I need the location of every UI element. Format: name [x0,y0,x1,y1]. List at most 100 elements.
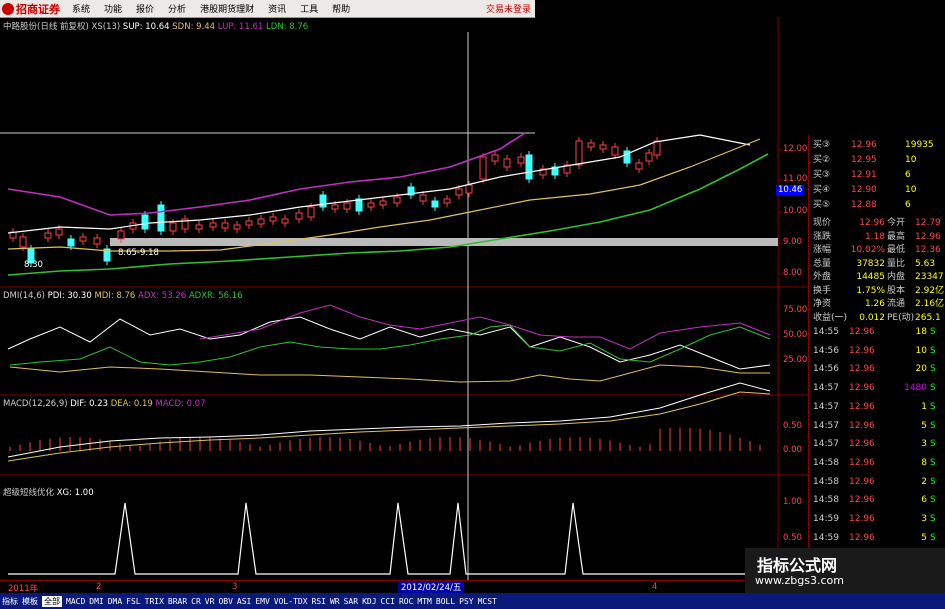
buy-price: 12.95 [851,155,877,165]
brand-name: 招商证券 [16,2,60,16]
menu-item-function[interactable]: 功能 [104,2,122,15]
brand-logo: 招商证券 [2,1,60,16]
indicator-tab[interactable]: 模板 [22,596,38,607]
login-status[interactable]: 交易未登录 [486,2,531,15]
indicator-tab[interactable]: CCI [381,597,395,606]
price-axis-label: 10.00 [783,206,808,216]
stat-key: 今开 [887,218,906,228]
stat-value: 1.18 [864,231,885,242]
indicator-tab[interactable]: RSI [312,597,326,606]
indicator-tab[interactable]: CR [191,597,201,606]
candle-body [331,204,339,210]
candle-body [525,154,533,180]
indicator-tab[interactable]: DMA [108,597,122,606]
tick-flag: S [930,345,936,356]
stat-key: 股本 [887,285,906,296]
tick-time: 14:58 [813,476,839,487]
tick-time: 14:57 [813,439,839,450]
tick-price: 12.96 [849,532,875,543]
candle-body [491,154,499,162]
indicator-tab[interactable]: FSL [126,597,140,606]
indicator-tab[interactable]: SAR [344,597,358,606]
indicator-tab[interactable]: MCST [478,597,497,606]
candle-body [19,236,27,248]
dmi-mdi: MDI: 8.76 [94,291,136,301]
xg-header: 超级短线优化 XG: 1.00 [3,486,94,498]
indicator-tab[interactable]: DMI [89,597,103,606]
tick-flag: S [930,476,936,487]
candle-body [67,238,75,247]
menu-item-hk-futures[interactable]: 港股期货理财 [200,2,254,15]
indicator-tab[interactable]: VOL-TDX [274,597,308,606]
tick-price: 12.96 [849,476,875,487]
tick-flag: S [930,401,936,412]
buy-order-row: 买⑤ 12.88 6 [813,197,911,210]
date-month: 2 [96,582,102,592]
buy-price: 12.90 [851,185,877,195]
stat-value: 12.96 [915,231,941,242]
candle-body [419,194,427,202]
stat-key: 最低 [887,245,906,255]
candle-body [465,184,473,194]
candle-body [393,196,401,204]
stat-value: 0.012 [859,312,885,323]
stat-key: 收益(一) [813,312,848,323]
indicator-tab[interactable]: 全部 [42,595,62,607]
indicator-tab[interactable]: MACD [66,597,85,606]
stat-row: 收益(一) 0.012 PE(动)265.1 [813,310,941,323]
indicator-tab[interactable]: VR [205,597,215,606]
buy-level: 买⑤ [813,200,831,210]
dmi-axis-label: 75.00 [783,305,808,315]
menu-item-quote[interactable]: 报价 [136,2,154,15]
sup-line [7,134,751,234]
indicator-tab[interactable]: TRIX [145,597,164,606]
tick-price: 12.96 [849,514,875,524]
chart-area[interactable]: 中路股份(日线 前复权) XS(13) SUP: 10.64 SDN: 9.44… [0,17,808,580]
stat-value: 23347 [915,272,944,282]
price-axis-label: 9.00 [783,237,802,247]
stat-value: 14485 [856,272,885,282]
low-range-label: 8.65-9.18 [118,248,159,258]
dmi-header: DMI(14,6) PDI: 30.30 MDI: 8.76 ADX: 53.2… [3,291,243,301]
tick-time: 14:58 [813,495,839,506]
indicator-tab[interactable]: ASI [237,597,251,606]
indicator-tab[interactable]: WR [330,597,340,606]
indicator-tab[interactable]: MTM [417,597,431,606]
stat-value: 12.36 [915,245,941,255]
menu-item-help[interactable]: 帮助 [332,2,350,15]
indicator-tab[interactable]: EMV [255,597,269,606]
buy-price: 12.88 [851,200,877,210]
indicator-tab[interactable]: 指标 [2,596,18,607]
stat-row: 换手 1.75% 股本 2.92亿 [813,283,944,296]
indicator-tab[interactable]: BOLL [436,597,455,606]
sup-value: SUP: 10.64 [122,22,170,32]
indicator-tab[interactable]: KDJ [362,597,376,606]
menu-item-news[interactable]: 资讯 [268,2,286,15]
tick-flag: S [930,532,936,543]
stat-value: 10.02% [850,245,885,255]
stat-key: 总量 [813,258,832,269]
tick-price: 12.96 [849,495,875,506]
indicator-tab[interactable]: PSY [459,597,473,606]
candle-body [319,194,327,208]
candle-body [379,200,387,206]
candle-body [587,142,595,148]
tick-price: 12.96 [849,439,875,450]
indicator-tab[interactable]: ROC [399,597,413,606]
current-date-tag: 2012/02/24/五 [398,581,465,593]
dmi-adx-line [9,324,771,366]
candle-body [209,222,217,228]
tick-flag: S [930,327,936,337]
buy-volume: 6 [905,170,911,180]
menu-item-system[interactable]: 系统 [72,2,90,15]
candle-body [295,212,303,220]
menu-item-analysis[interactable]: 分析 [168,2,186,15]
tick-time: 14:55 [813,327,839,337]
stat-value: 5.63 [915,258,936,269]
current-price-tag: 10.46 [776,185,805,195]
menu-item-tools[interactable]: 工具 [300,2,318,15]
tick-time: 14:56 [813,364,839,375]
indicator-tab[interactable]: OBV [218,597,232,606]
stat-value: 37832 [856,258,885,269]
indicator-tab[interactable]: BRAR [168,597,187,606]
